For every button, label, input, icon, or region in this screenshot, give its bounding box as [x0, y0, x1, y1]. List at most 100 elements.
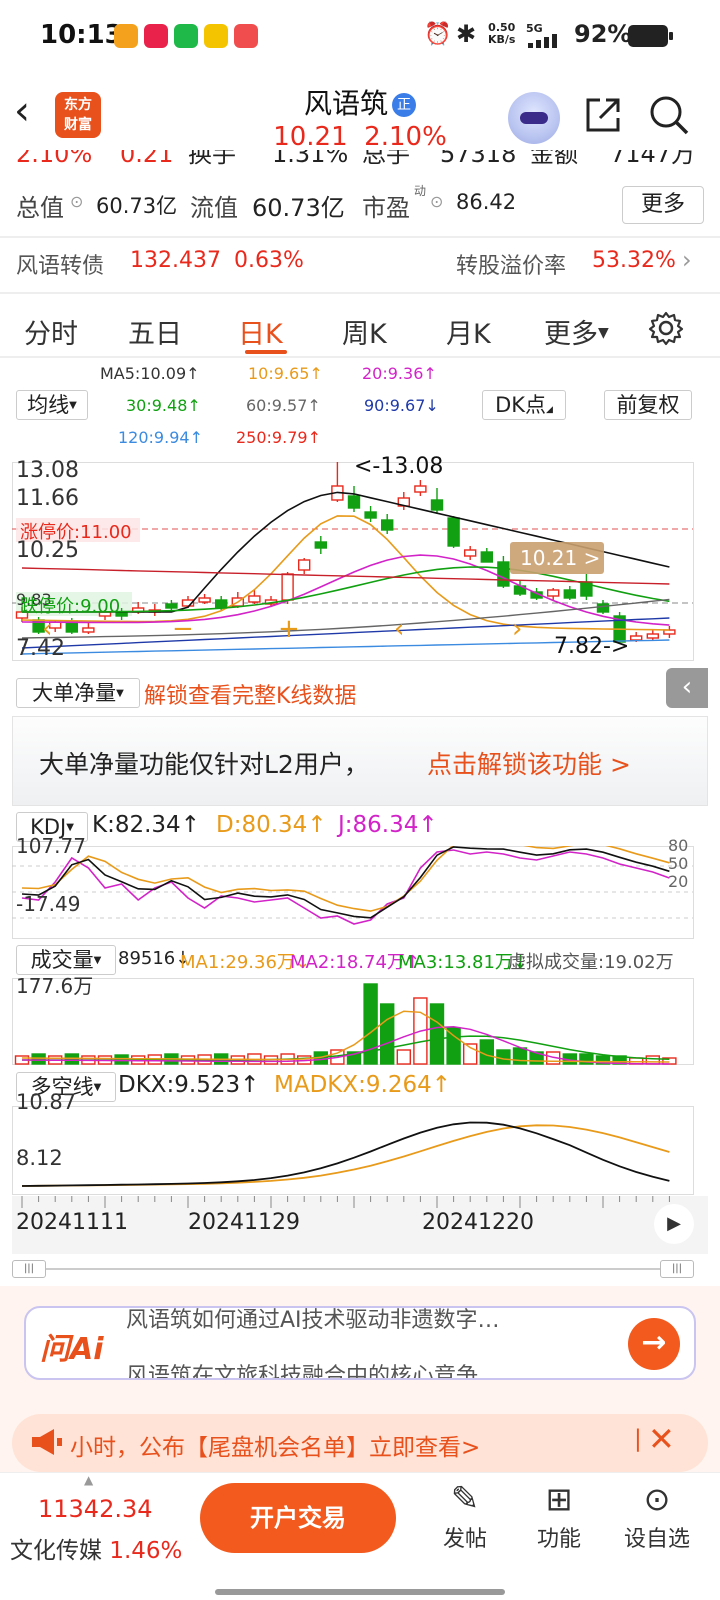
candle-body	[630, 635, 643, 641]
dkx-chart[interactable]: 10.87 8.12	[12, 1090, 708, 1196]
kdj-y-bottom: -17.49	[16, 892, 81, 916]
scroller-left-handle[interactable]: |||	[12, 1260, 46, 1278]
app-notification-icon	[114, 24, 138, 48]
logo-text: 东方	[64, 97, 92, 113]
date-label: 20241129	[188, 1210, 300, 1235]
indicator-bar-l2: 大单净量▼ 解锁查看完整K线数据 ‹	[12, 668, 708, 712]
quote-cell: 总手	[362, 150, 410, 166]
chevron-right-icon: ›	[682, 246, 692, 274]
settings-gear-icon[interactable]	[648, 310, 684, 346]
ai-assistant-icon[interactable]	[508, 92, 560, 144]
quote-cell: 金额	[530, 150, 578, 166]
candle-body	[82, 627, 95, 633]
back-icon[interactable]: ‹	[14, 88, 30, 134]
post-button[interactable]: ✎ 发帖	[420, 1477, 510, 1553]
tab-five-day[interactable]: 五日	[128, 312, 182, 351]
ma-selector[interactable]: 均线▼	[16, 390, 88, 420]
kline-chart[interactable]: 13.08 11.66 10.25 9.83 7.42 涨停价:11.00 跌停…	[12, 454, 708, 674]
add-watchlist-button[interactable]: ⊙ 设自选	[612, 1477, 702, 1553]
y-axis-label: 11.66	[16, 486, 79, 511]
volume-ma3-text: MA3:13.81万	[398, 952, 513, 973]
share-icon[interactable]	[584, 96, 622, 134]
kdj-chart[interactable]: 107.77 -17.49 80 50 20	[12, 834, 708, 940]
dkx-header: 多空线▼ DKX:9.523↑ MADKX:9.264↑	[12, 1070, 708, 1104]
candle-body	[281, 573, 294, 601]
dk-point-button[interactable]: DK点◢	[482, 390, 566, 420]
date-label: 20241220	[422, 1210, 534, 1235]
dash-marker-icon: −	[172, 614, 194, 644]
kdj-k-text: K:82.34	[92, 812, 181, 838]
candle-body	[596, 603, 610, 613]
scroll-left-icon[interactable]: ‹	[394, 614, 404, 644]
current-price-marker[interactable]: 10.21 >	[520, 546, 600, 570]
notice-banner[interactable]: 小时，公布【尾盘机会名单】立即查看> | ✕	[12, 1414, 708, 1472]
indicator-selector-label: 大单净量	[32, 681, 117, 705]
sector-index-change: 1.46%	[109, 1538, 183, 1564]
volume-ma2-text: MA2:18.74万	[290, 952, 405, 973]
info-icon[interactable]: ⊙	[70, 192, 83, 211]
function-button[interactable]: ⊞ 功能	[514, 1477, 604, 1553]
candle-body	[464, 549, 477, 557]
clock: 10:13	[40, 20, 123, 50]
candle-body	[248, 595, 261, 603]
volume-plot	[12, 978, 694, 1065]
indicator-selector-l2[interactable]: 大单净量▼	[16, 678, 140, 708]
kdj-j-text: J:86.34	[338, 812, 419, 838]
arrow-right-icon[interactable]: →	[628, 1318, 680, 1370]
battery-icon	[628, 25, 673, 47]
divider	[0, 236, 720, 238]
ai-question[interactable]: 风语筑在文旅科技融合中的核心竞争…	[126, 1358, 500, 1378]
collapse-panel-icon[interactable]: ‹	[666, 668, 708, 708]
play-forward-icon[interactable]: ▶	[654, 1204, 694, 1244]
info-icon[interactable]: ⊙	[430, 192, 443, 211]
l2-paywall-box[interactable]: 大单净量功能仅针对L2用户， 点击解锁该功能 >	[12, 716, 708, 806]
tab-weekly-k[interactable]: 周K	[342, 312, 387, 351]
tab-more[interactable]: 更多▼	[544, 312, 609, 351]
notice-text[interactable]: 小时，公布【尾盘机会名单】立即查看>	[70, 1428, 480, 1462]
candle-body	[364, 511, 377, 519]
tab-intraday[interactable]: 分时	[24, 312, 78, 351]
ma60-value: 60:9.57↑	[246, 396, 321, 415]
kdj-level-label: 50	[668, 854, 689, 873]
volume-chart[interactable]: 177.6万	[12, 974, 708, 1066]
convertible-bond-row[interactable]: 风语转债 132.437 0.63% 转股溢价率 53.32% ›	[0, 246, 720, 290]
eastmoney-logo[interactable]: 东方 财富	[55, 92, 101, 138]
more-circle-icon: ⊙	[643, 1480, 671, 1518]
ai-question[interactable]: 风语筑如何通过AI技术驱动非遗数字…	[126, 1308, 500, 1334]
virtual-volume: 虚拟成交量:19.02万	[508, 952, 674, 973]
volume-bar	[645, 1055, 660, 1065]
l2-message: 大单净量功能仅针对L2用户，	[39, 750, 369, 779]
ma30-text: 30:9.48	[126, 396, 188, 415]
price-adjust-button[interactable]: 前复权	[604, 390, 692, 420]
plus-marker-icon: +	[278, 614, 300, 644]
more-button[interactable]: 更多	[622, 186, 704, 224]
pe-label: 市盈	[362, 194, 410, 222]
search-icon[interactable]	[648, 94, 690, 136]
unlock-kline-link[interactable]: 解锁查看完整K线数据	[144, 678, 356, 710]
meituan-icon	[204, 24, 228, 48]
y-axis-label: 7.42	[16, 636, 65, 661]
tab-daily-k[interactable]: 日K	[238, 312, 283, 351]
open-account-trade-button[interactable]: 开户交易	[200, 1483, 396, 1553]
bond-change: 0.63%	[234, 248, 304, 273]
valuation-row: 总值 ⊙ 60.73亿 流值 60.73亿 市盈 动 ⊙ 86.42 更多	[0, 182, 720, 232]
dkx-y-top: 10.87	[16, 1090, 77, 1114]
close-icon[interactable]: ✕	[648, 1420, 675, 1458]
chart-range-scroller[interactable]: ||| |||	[12, 1258, 708, 1280]
caret-down-icon: ▼	[598, 325, 609, 341]
unlock-function-link[interactable]: 点击解锁该功能 >	[427, 745, 631, 781]
candle-body	[447, 517, 460, 547]
scroll-left-icon[interactable]: ‹	[42, 614, 52, 644]
caret-down-icon: ▼	[66, 822, 74, 833]
scroll-right-icon[interactable]: ›	[512, 614, 522, 644]
sector-index-value[interactable]: 11342.34	[38, 1495, 153, 1523]
sector-index[interactable]: 文化传媒 1.46%	[10, 1531, 182, 1565]
home-indicator	[215, 1589, 505, 1595]
app-notification-icon	[144, 24, 168, 48]
ai-question-box[interactable]: 问Ai 风语筑如何通过AI技术驱动非遗数字… 风语筑在文旅科技融合中的核心竞争……	[24, 1306, 696, 1380]
volume-y-top: 177.6万	[16, 974, 94, 998]
candle-body	[563, 589, 576, 599]
tab-monthly-k[interactable]: 月K	[446, 312, 491, 351]
bond-price: 132.437	[130, 248, 221, 273]
scroller-right-handle[interactable]: |||	[660, 1260, 694, 1278]
